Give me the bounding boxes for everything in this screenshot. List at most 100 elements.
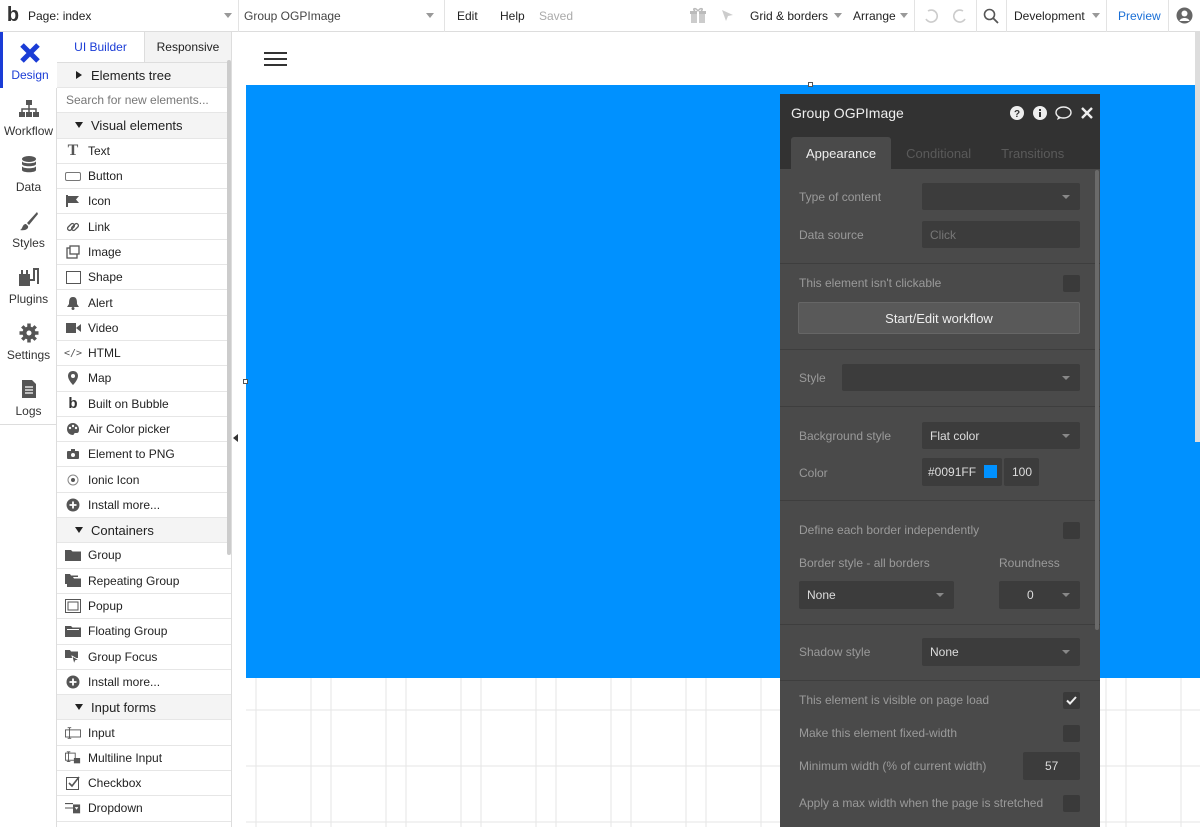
element-item-install-more[interactable]: Install more... <box>57 493 231 519</box>
element-item-group-focus[interactable]: Group Focus <box>57 645 231 670</box>
element-search-input[interactable]: Search for new elements... <box>57 88 231 114</box>
palette-icon <box>65 421 81 437</box>
element-item-ionic-icon[interactable]: Ionic Icon <box>57 467 231 493</box>
element-item-text[interactable]: T Text <box>57 139 231 164</box>
element-item-repeating-group[interactable]: Repeating Group <box>57 569 231 594</box>
element-item-multiline-input[interactable]: Multiline Input <box>57 746 231 772</box>
element-item-input[interactable]: Input <box>57 720 231 746</box>
nav-design[interactable]: Design <box>0 32 57 88</box>
element-item-group[interactable]: Group <box>57 543 231 569</box>
element-item-button[interactable]: Button <box>57 164 231 190</box>
element-item-icon[interactable]: Icon <box>57 189 231 215</box>
nav-plugins[interactable]: Plugins <box>0 256 57 312</box>
element-item-element-to-png[interactable]: Element to PNG <box>57 442 231 468</box>
element-item-link[interactable]: Link <box>57 214 231 240</box>
help-icon[interactable]: ? <box>1010 106 1024 120</box>
menu-edit[interactable]: Edit <box>457 9 478 23</box>
menu-help[interactable]: Help <box>500 9 525 23</box>
property-editor: Group OGPImage ? Appearance Conditional … <box>780 94 1100 827</box>
element-selector[interactable]: Group OGPImage <box>244 0 440 32</box>
arrange-menu[interactable]: Arrange <box>853 9 896 23</box>
cursor-icon[interactable] <box>721 9 735 23</box>
elements-tree-header[interactable]: Elements tree <box>57 63 231 89</box>
element-item-video[interactable]: Video <box>57 316 231 341</box>
border-independent-checkbox[interactable] <box>1063 522 1080 539</box>
data-source-field[interactable]: Click <box>922 221 1080 248</box>
nav-data-label: Data <box>15 180 42 194</box>
border-style-dropdown[interactable]: None <box>799 581 954 609</box>
containers-header[interactable]: Containers <box>57 518 231 544</box>
gift-icon[interactable] <box>689 7 707 24</box>
element-item-air-color-picker[interactable]: Air Color picker <box>57 417 231 443</box>
canvas-scrollbar[interactable] <box>1195 32 1200 442</box>
border-independent-label: Define each border independently <box>799 523 980 537</box>
tab-ui-builder[interactable]: UI Builder <box>57 32 144 62</box>
element-item-label: Multiline Input <box>88 750 163 765</box>
tab-conditional[interactable]: Conditional <box>891 137 986 169</box>
element-item-shape[interactable]: Shape <box>57 265 231 291</box>
element-item-floating-group[interactable]: Floating Group <box>57 619 231 645</box>
max-width-checkbox[interactable] <box>1063 795 1080 812</box>
property-editor-header[interactable]: Group OGPImage ? <box>780 94 1100 131</box>
search-icon[interactable] <box>983 8 999 24</box>
popup-icon <box>65 598 81 614</box>
visible-on-load-checkbox[interactable] <box>1063 692 1080 709</box>
element-item-label: Install more... <box>88 497 161 512</box>
roundness-field[interactable]: 0 <box>999 581 1080 609</box>
nav-settings[interactable]: Settings <box>0 312 57 368</box>
property-editor-scrollbar[interactable] <box>1095 170 1099 630</box>
element-item-built-on-bubble[interactable]: b Built on Bubble <box>57 392 231 417</box>
close-icon[interactable] <box>1081 107 1093 119</box>
visual-elements-header[interactable]: Visual elements <box>57 113 231 139</box>
element-item-dropdown[interactable]: Dropdown <box>57 796 231 822</box>
account-icon[interactable] <box>1176 7 1193 24</box>
resize-handle[interactable] <box>808 82 813 87</box>
divider <box>1168 0 1169 32</box>
shadow-style-dropdown[interactable]: None <box>922 638 1080 666</box>
border-style-value: None <box>807 588 836 602</box>
environment-selector[interactable]: Development <box>1014 9 1085 23</box>
top-toolbar: b Page: index Group OGPImage Edit Help S… <box>0 0 1200 32</box>
nav-styles[interactable]: Styles <box>0 200 57 256</box>
panel-scrollbar[interactable] <box>227 60 231 555</box>
collapse-panel-icon[interactable] <box>233 434 238 442</box>
nav-logs[interactable]: Logs <box>0 368 57 424</box>
comment-icon[interactable] <box>1055 106 1072 121</box>
element-item-html[interactable]: </> HTML <box>57 341 231 367</box>
nav-workflow[interactable]: Workflow <box>0 88 57 144</box>
min-width-field[interactable]: 57 <box>1023 752 1080 780</box>
nav-data[interactable]: Data <box>0 144 57 200</box>
preview-link[interactable]: Preview <box>1118 9 1161 23</box>
resize-handle[interactable] <box>243 379 248 384</box>
info-icon[interactable] <box>1033 106 1047 120</box>
color-swatch[interactable] <box>984 465 997 478</box>
element-item-checkbox[interactable]: Checkbox <box>57 771 231 797</box>
not-clickable-checkbox[interactable] <box>1063 275 1080 292</box>
color-opacity-field[interactable]: 100 <box>1004 458 1039 486</box>
color-hex-field[interactable]: #0091FF <box>922 458 1002 486</box>
hamburger-menu-icon[interactable] <box>264 52 287 67</box>
workflow-icon <box>18 98 40 120</box>
element-item-popup[interactable]: Popup <box>57 594 231 620</box>
input-forms-header[interactable]: Input forms <box>57 695 231 721</box>
redo-icon[interactable] <box>952 8 968 24</box>
fixed-width-checkbox[interactable] <box>1063 725 1080 742</box>
tab-responsive[interactable]: Responsive <box>144 32 231 62</box>
bubble-logo-icon[interactable]: b <box>2 0 24 32</box>
divider <box>976 0 977 32</box>
background-style-dropdown[interactable]: Flat color <box>922 422 1080 449</box>
type-of-content-dropdown[interactable] <box>922 183 1080 210</box>
grid-borders-menu[interactable]: Grid & borders <box>750 9 828 23</box>
brush-icon <box>18 210 40 232</box>
style-dropdown[interactable] <box>842 364 1080 391</box>
start-edit-workflow-button[interactable]: Start/Edit workflow <box>798 302 1080 334</box>
element-item-map[interactable]: Map <box>57 366 231 392</box>
divider <box>0 424 57 425</box>
page-selector[interactable]: Page: index <box>28 0 238 32</box>
element-item-alert[interactable]: Alert <box>57 290 231 316</box>
undo-icon[interactable] <box>923 8 939 24</box>
tab-transitions[interactable]: Transitions <box>986 137 1079 169</box>
element-item-install-more[interactable]: Install more... <box>57 670 231 696</box>
element-item-image[interactable]: Image <box>57 240 231 266</box>
tab-appearance[interactable]: Appearance <box>791 137 892 169</box>
